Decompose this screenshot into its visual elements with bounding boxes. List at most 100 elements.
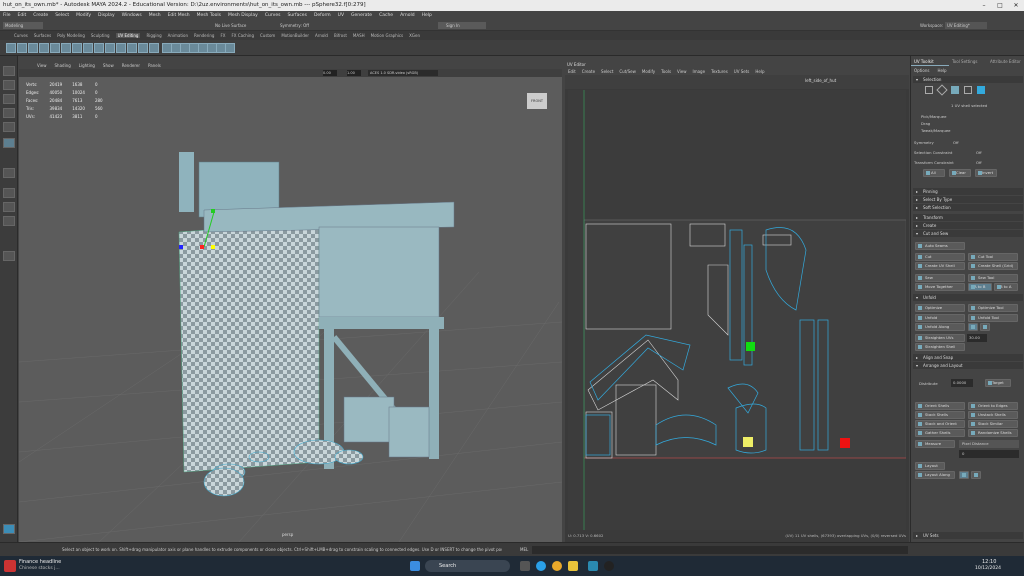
paint-select-icon[interactable] — [3, 94, 15, 104]
shelf-tab-mash[interactable]: MASH — [353, 33, 365, 38]
windows-start-icon[interactable] — [410, 561, 420, 571]
shelf-tab-animation[interactable]: Animation — [168, 33, 188, 38]
pick-marquee-option[interactable]: Pick/Marquee — [921, 114, 946, 119]
section-cut-and-sew[interactable]: Cut and Sew — [913, 230, 1023, 237]
unfold-v-button[interactable]: V — [980, 323, 990, 331]
texture-name[interactable]: left_side_of_hut — [805, 78, 836, 83]
shelf-tool-icon[interactable] — [127, 43, 137, 53]
distribute-field[interactable]: 0.0000 — [951, 379, 973, 387]
shelf-tab-custom[interactable]: Custom — [260, 33, 275, 38]
randomize-shells-button[interactable]: Randomize Shells — [968, 429, 1018, 437]
menu-mesh-display[interactable]: Mesh Display — [228, 13, 258, 18]
shelf-tab-curves[interactable]: Curves — [14, 33, 28, 38]
viewport-menu-panels[interactable]: Panels — [148, 63, 161, 68]
shelf-tool-icon[interactable] — [225, 43, 235, 53]
shelf-tool-icon[interactable] — [6, 43, 16, 53]
menu-surfaces[interactable]: Surfaces — [287, 13, 307, 18]
toolkit-subtab-help[interactable]: Help — [937, 68, 946, 73]
section-uv-sets[interactable]: UV Sets — [913, 532, 1023, 539]
menu-generate[interactable]: Generate — [351, 13, 372, 18]
section-unfold[interactable]: Unfold — [913, 294, 1023, 301]
viewport-menu-renderer[interactable]: Renderer — [122, 63, 140, 68]
uv-layout[interactable] — [568, 90, 907, 530]
uv-menu-tools[interactable]: Tools — [661, 69, 671, 74]
close-icon[interactable]: ✕ — [1008, 0, 1024, 11]
gather-shells-button[interactable]: Gather Shells — [915, 429, 965, 437]
shelf-tab-motion-graphics[interactable]: Motion Graphics — [371, 33, 404, 38]
orient-shells-button[interactable]: Orient Shells — [915, 402, 965, 410]
soft-select-icon[interactable] — [3, 168, 15, 178]
uv-menu-view[interactable]: View — [677, 69, 687, 74]
uv-menu-modify[interactable]: Modify — [642, 69, 655, 74]
uv-menu-edit[interactable]: Edit — [568, 69, 576, 74]
stack-shells-button[interactable]: Stack Shells — [915, 411, 965, 419]
viewport-scene[interactable] — [19, 62, 562, 542]
cut-tool-button[interactable]: Cut Tool — [968, 253, 1018, 261]
taskbar-search[interactable]: Search — [425, 560, 510, 572]
mel-label[interactable]: MEL — [520, 543, 528, 557]
unstack-shells-button[interactable]: Unstack Shells — [968, 411, 1018, 419]
live-surface-label[interactable]: No Live Surface — [215, 22, 246, 29]
layout-button[interactable]: Layout — [915, 462, 945, 470]
sew-tool-button[interactable]: Sew Tool — [968, 274, 1018, 282]
selection-constraint-value[interactable]: Off — [976, 150, 982, 155]
optimize-tool-button[interactable]: Optimize Tool — [968, 304, 1018, 312]
viewport-menu-lighting[interactable]: Lighting — [79, 63, 95, 68]
cut-button[interactable]: Cut — [915, 253, 965, 261]
edge-browser-icon[interactable] — [536, 561, 546, 571]
menu-cache[interactable]: Cache — [379, 13, 393, 18]
view-cube[interactable]: FRONT — [527, 93, 547, 109]
measure-value-field[interactable]: 0 — [959, 450, 1019, 458]
measure-button[interactable]: Measure — [915, 440, 955, 448]
face-select-icon[interactable] — [951, 86, 959, 94]
layout-u-button[interactable]: U — [959, 471, 969, 479]
chrome-icon[interactable] — [552, 561, 562, 571]
menu-curves[interactable]: Curves — [265, 13, 281, 18]
search-icon[interactable] — [3, 251, 15, 261]
shelf-tool-icon[interactable] — [83, 43, 93, 53]
shelf-tab-rendering[interactable]: Rendering — [194, 33, 214, 38]
shelf-tool-icon[interactable] — [72, 43, 82, 53]
menu-windows[interactable]: Windows — [122, 13, 142, 18]
layout-single-icon[interactable] — [3, 188, 15, 198]
section-soft-selection[interactable]: Soft Selection — [913, 204, 1023, 211]
select-all-button[interactable]: All — [923, 169, 945, 177]
task-view-icon[interactable] — [520, 561, 530, 571]
workspace-dropdown[interactable]: UV Editing* — [945, 22, 987, 29]
shelf-tab-uv-editing[interactable]: UV Editing — [115, 33, 141, 38]
invert-button[interactable]: Invert — [975, 169, 997, 177]
uv-menu-image[interactable]: Image — [693, 69, 706, 74]
mel-input[interactable] — [532, 546, 908, 554]
menu-help[interactable]: Help — [422, 13, 432, 18]
shelf-tab-surfaces[interactable]: Surfaces — [34, 33, 51, 38]
shelf-tool-icon[interactable] — [28, 43, 38, 53]
menu-select[interactable]: Select — [55, 13, 69, 18]
viewport-menu-view[interactable]: View — [37, 63, 47, 68]
move-sew-button[interactable]: Move Together — [915, 283, 965, 291]
shelf-tool-icon[interactable] — [61, 43, 71, 53]
create-shell-grid-button[interactable]: Create Shell (Grid) — [968, 262, 1018, 270]
unfold-tool-button[interactable]: Unfold Tool — [968, 314, 1018, 322]
orient-edges-button[interactable]: Orient to Edges — [968, 402, 1018, 410]
shelf-tab-xgen[interactable]: XGen — [409, 33, 420, 38]
menu-file[interactable]: File — [3, 13, 11, 18]
target-button[interactable]: Target — [985, 379, 1011, 387]
minimize-icon[interactable]: – — [976, 0, 992, 11]
straighten-shell-button[interactable]: Straighten Shell — [915, 343, 965, 351]
news-subtitle[interactable]: Chinese stocks j... — [19, 566, 60, 571]
edge-select-icon[interactable] — [936, 84, 948, 96]
layout-side-icon[interactable] — [3, 216, 15, 226]
sew-button[interactable]: Sew — [915, 274, 965, 282]
stack-similar-button[interactable]: Stack Similar — [968, 420, 1018, 428]
shell-select-icon[interactable] — [977, 86, 985, 94]
shelf-tab-motionbuilder[interactable]: MotionBuilder — [281, 33, 309, 38]
menu-display[interactable]: Display — [98, 13, 115, 18]
shelf-tab-fx-caching[interactable]: FX Caching — [232, 33, 254, 38]
mode-dropdown[interactable]: Modeling — [3, 22, 43, 29]
section-pinning[interactable]: Pinning — [913, 188, 1023, 195]
uv-menu-create[interactable]: Create — [582, 69, 595, 74]
exposure-field[interactable]: 0.00 — [323, 70, 337, 76]
layout-along-button[interactable]: Layout Along — [915, 471, 955, 479]
b-to-a-button[interactable]: B to A — [994, 283, 1018, 291]
section-selection[interactable]: Selection — [913, 76, 1023, 83]
